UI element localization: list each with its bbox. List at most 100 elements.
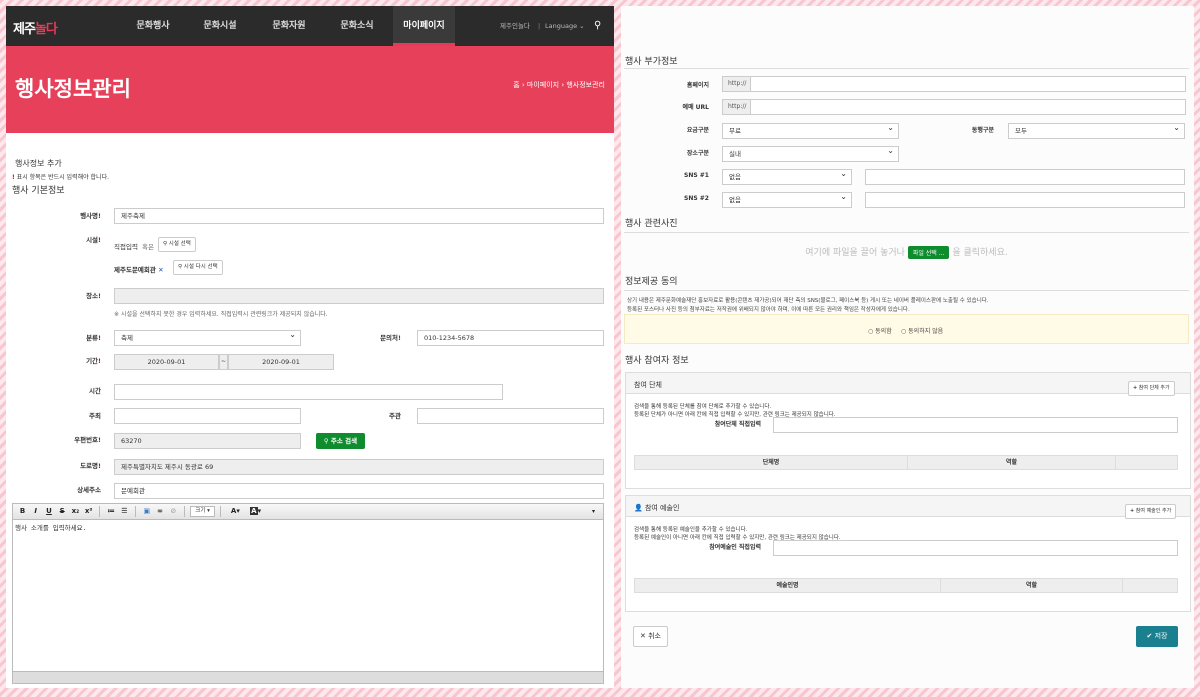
organizer-input[interactable] xyxy=(417,408,604,424)
category-label: 분류! xyxy=(86,334,101,342)
place-input[interactable] xyxy=(114,288,604,304)
detail-address-label: 상세주소 xyxy=(77,486,101,494)
participants-title: 행사 참여자 정보 xyxy=(625,356,689,366)
nav-item-events[interactable]: 문화행사 xyxy=(122,6,184,46)
toolbar-divider xyxy=(220,506,222,517)
consent-disagree-radio[interactable]: ○ 동의하지 않음 xyxy=(901,326,943,335)
bold-icon[interactable]: B xyxy=(17,506,28,517)
consent-agree-radio[interactable]: ○ 동의함 xyxy=(868,326,892,335)
ticket-url-label: 예매 URL xyxy=(682,104,709,111)
homepage-label: 홈페이지 xyxy=(686,82,709,89)
host-input[interactable] xyxy=(114,408,301,424)
save-button[interactable]: ✔ 저장 xyxy=(1136,626,1178,647)
companion-label: 동행구분 xyxy=(971,127,994,134)
underline-icon[interactable]: U xyxy=(43,506,54,517)
extra-info-title: 행사 부가정보 xyxy=(625,57,678,67)
road-address-input[interactable]: 제주특별자치도 제주시 동광로 69 xyxy=(114,459,604,475)
time-input[interactable] xyxy=(114,384,503,400)
facility-select-button[interactable]: ⚲ 시설 선택 xyxy=(158,237,196,252)
ticket-url-input[interactable] xyxy=(750,99,1186,115)
language-select[interactable]: Language ⌄ xyxy=(545,6,585,46)
sns2-label: SNS #2 xyxy=(684,195,709,202)
strikethrough-icon[interactable]: S xyxy=(57,506,68,517)
sns2-select[interactable]: 없음 xyxy=(722,190,852,208)
nav-item-news[interactable]: 문화소식 xyxy=(326,6,388,46)
contact-input[interactable]: 010-1234-5678 xyxy=(417,330,604,346)
plus-icon: + xyxy=(1133,385,1138,391)
unlink-icon[interactable]: ⊘ xyxy=(168,506,179,517)
collapse-toolbar-icon[interactable]: ▾ xyxy=(588,506,599,517)
group-panel-title: 참여 단체 xyxy=(634,381,662,389)
nav-item-resources[interactable]: 문화자원 xyxy=(258,6,320,46)
image-icon[interactable]: ▣ xyxy=(141,506,152,517)
sns1-select[interactable]: 없음 xyxy=(722,167,852,185)
artist-col-role: 역할 xyxy=(940,578,1123,593)
link-icon[interactable]: ∞ xyxy=(155,506,166,517)
group-panel: 참여 단체 + 참여 단체 추가 검색을 통해 등록된 단체를 참여 단체로 추… xyxy=(625,372,1191,489)
search-icon: ⚲ xyxy=(178,264,183,270)
artist-direct-input[interactable] xyxy=(773,540,1178,556)
group-col-action xyxy=(1115,455,1178,470)
nav-item-mypage[interactable]: 마이페이지 xyxy=(393,6,455,46)
right-panel: 행사 부가정보 홈페이지 http:// 예매 URL http:// 요금구분… xyxy=(621,6,1194,688)
group-direct-input[interactable] xyxy=(773,417,1178,433)
editor-resize-bar[interactable] xyxy=(13,671,603,683)
sns2-input[interactable] xyxy=(865,192,1185,208)
event-name-label: 행사명! xyxy=(80,212,101,220)
fee-select[interactable]: 무료 xyxy=(722,121,899,139)
event-name-input[interactable]: 제주축제 xyxy=(114,208,604,224)
background-color-icon[interactable]: A▾ xyxy=(247,506,265,517)
category-select[interactable]: 축제 xyxy=(114,328,301,346)
artist-panel: 👤 참여 예술인 + 참여 예술인 추가 검색을 통해 등록된 예술인을 추가할… xyxy=(625,495,1191,612)
close-icon: ✕ xyxy=(640,632,646,640)
group-direct-label: 참여단체 직접입력 xyxy=(714,421,761,428)
group-col-role: 역할 xyxy=(907,455,1116,470)
font-size-dropdown[interactable]: 크기 ▾ xyxy=(190,506,215,517)
ticket-url-prefix: http:// xyxy=(722,99,751,115)
period-separator: ~ xyxy=(219,354,228,370)
period-end-input[interactable]: 2020-09-01 xyxy=(228,354,334,370)
site-logo[interactable]: 제주놀다 xyxy=(13,18,58,37)
homepage-input[interactable] xyxy=(750,76,1186,92)
contact-label: 문의처! xyxy=(380,334,401,342)
companion-select[interactable]: 모두 xyxy=(1008,121,1185,139)
address-search-button[interactable]: ⚲ 주소 검색 xyxy=(316,433,365,449)
bullet-list-icon[interactable]: ☰ xyxy=(119,506,130,517)
group-panel-header xyxy=(626,373,1190,394)
italic-icon[interactable]: I xyxy=(30,506,41,517)
photo-dropzone[interactable]: 여기에 파일을 끌어 놓거나 파일 선택 ... 을 클릭하세요. xyxy=(624,232,1189,272)
facility-direct-text: 직접입력 xyxy=(114,243,138,251)
consent-options: ○ 동의함 ○ 동의하지 않음 xyxy=(624,314,1189,344)
superscript-icon[interactable]: x² xyxy=(83,506,94,517)
add-group-button[interactable]: + 참여 단체 추가 xyxy=(1128,381,1175,396)
subscript-icon[interactable]: x₂ xyxy=(70,506,81,517)
photos-title: 행사 관련사진 xyxy=(625,219,678,229)
text-color-icon[interactable]: A▾ xyxy=(226,506,244,517)
facility-reselect-button[interactable]: ⚲ 시설 다시 선택 xyxy=(173,260,223,275)
place-type-select[interactable]: 실내 xyxy=(722,144,899,162)
period-start-input[interactable]: 2020-09-01 xyxy=(114,354,219,370)
zip-input[interactable]: 63270 xyxy=(114,433,301,449)
user-name[interactable]: 제주인놀다 xyxy=(500,6,530,46)
search-icon[interactable]: ⚲ xyxy=(594,6,601,46)
cancel-button[interactable]: ✕ 취소 xyxy=(633,626,668,647)
left-panel: 제주놀다 문화행사 문화시설 문화자원 문화소식 마이페이지 제주인놀다 | L… xyxy=(6,6,614,688)
editor-content[interactable]: 행사 소개를 입력하세요. xyxy=(13,520,603,534)
detail-address-input[interactable]: 문예회관 xyxy=(114,483,604,499)
numbered-list-icon[interactable]: ≔ xyxy=(106,506,117,517)
group-note-1: 검색을 통해 등록된 단체를 참여 단체로 추가할 수 있습니다. xyxy=(634,404,772,410)
road-label: 도로명! xyxy=(80,462,101,470)
check-icon: ✔ xyxy=(1146,632,1153,640)
facility-or-text: 혹은 xyxy=(142,243,154,251)
sns1-input[interactable] xyxy=(865,169,1185,185)
artist-col-name: 예술인명 xyxy=(634,578,941,593)
plus-icon: + xyxy=(1130,508,1135,514)
add-artist-button[interactable]: + 참여 예술인 추가 xyxy=(1125,504,1177,519)
page-hero: 행사정보관리 홈 › 마이페이지 › 행사정보관리 xyxy=(6,46,614,133)
artist-panel-title: 👤 참여 예술인 xyxy=(634,504,680,512)
nav-item-facilities[interactable]: 문화시설 xyxy=(189,6,251,46)
remove-icon[interactable]: ✕ xyxy=(156,266,163,274)
form-title: 행사정보 추가 xyxy=(15,159,62,168)
file-select-button[interactable]: 파일 선택 ... xyxy=(907,246,950,259)
basic-info-title: 행사 기본정보 xyxy=(12,186,65,196)
